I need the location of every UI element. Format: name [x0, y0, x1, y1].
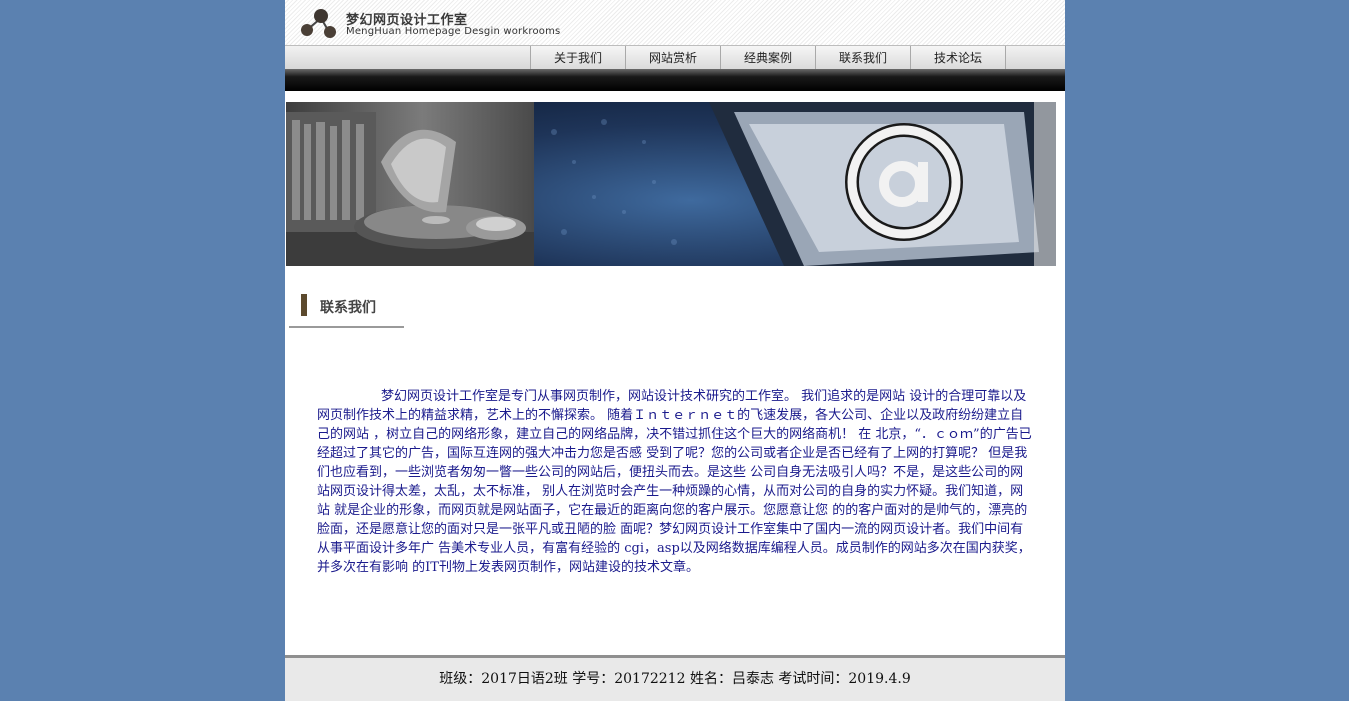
nav-bar: 关于我们 网站赏析 经典案例 联系我们 技术论坛	[285, 45, 1065, 70]
nav-menu: 关于我们 网站赏析 经典案例 联系我们 技术论坛	[530, 46, 1006, 70]
nav-item-about-us[interactable]: 关于我们	[530, 46, 625, 70]
section-title: 联系我们	[320, 300, 376, 316]
section-marker-bar	[301, 294, 307, 316]
header-divider-bar	[285, 69, 1065, 91]
logo-icon	[301, 9, 336, 38]
header: 梦幻网页设计工作室 MengHuan Homepage Desgin workr…	[285, 0, 1065, 45]
banner-cd-player-photo	[286, 102, 534, 266]
nav-item-contact-us[interactable]: 联系我们	[815, 46, 910, 70]
content-body: 梦幻网页设计工作室是专门从事网页制作，网站设计技术研究的工作室。 我们追求的是网…	[317, 387, 1033, 577]
section-heading: 联系我们	[289, 294, 404, 328]
banner-image	[286, 102, 1056, 266]
page-container: 梦幻网页设计工作室 MengHuan Homepage Desgin workr…	[285, 0, 1065, 701]
footer: 班级：2017日语2班 学号：20172212 姓名：吕泰志 考试时间：2019…	[285, 655, 1065, 701]
footer-info-text: 班级：2017日语2班 学号：20172212 姓名：吕泰志 考试时间：2019…	[439, 671, 911, 687]
nav-item-tech-forum[interactable]: 技术论坛	[910, 46, 1006, 70]
banner-at-sign-photo	[534, 102, 1056, 266]
cd-player-icon	[286, 112, 534, 266]
nav-item-site-showcase[interactable]: 网站赏析	[625, 46, 720, 70]
at-sign-icon	[551, 102, 1056, 266]
nav-item-classic-cases[interactable]: 经典案例	[720, 46, 815, 70]
logo-subtitle: MengHuan Homepage Desgin workrooms	[346, 26, 561, 37]
content-paragraph: 梦幻网页设计工作室是专门从事网页制作，网站设计技术研究的工作室。 我们追求的是网…	[317, 389, 1032, 575]
